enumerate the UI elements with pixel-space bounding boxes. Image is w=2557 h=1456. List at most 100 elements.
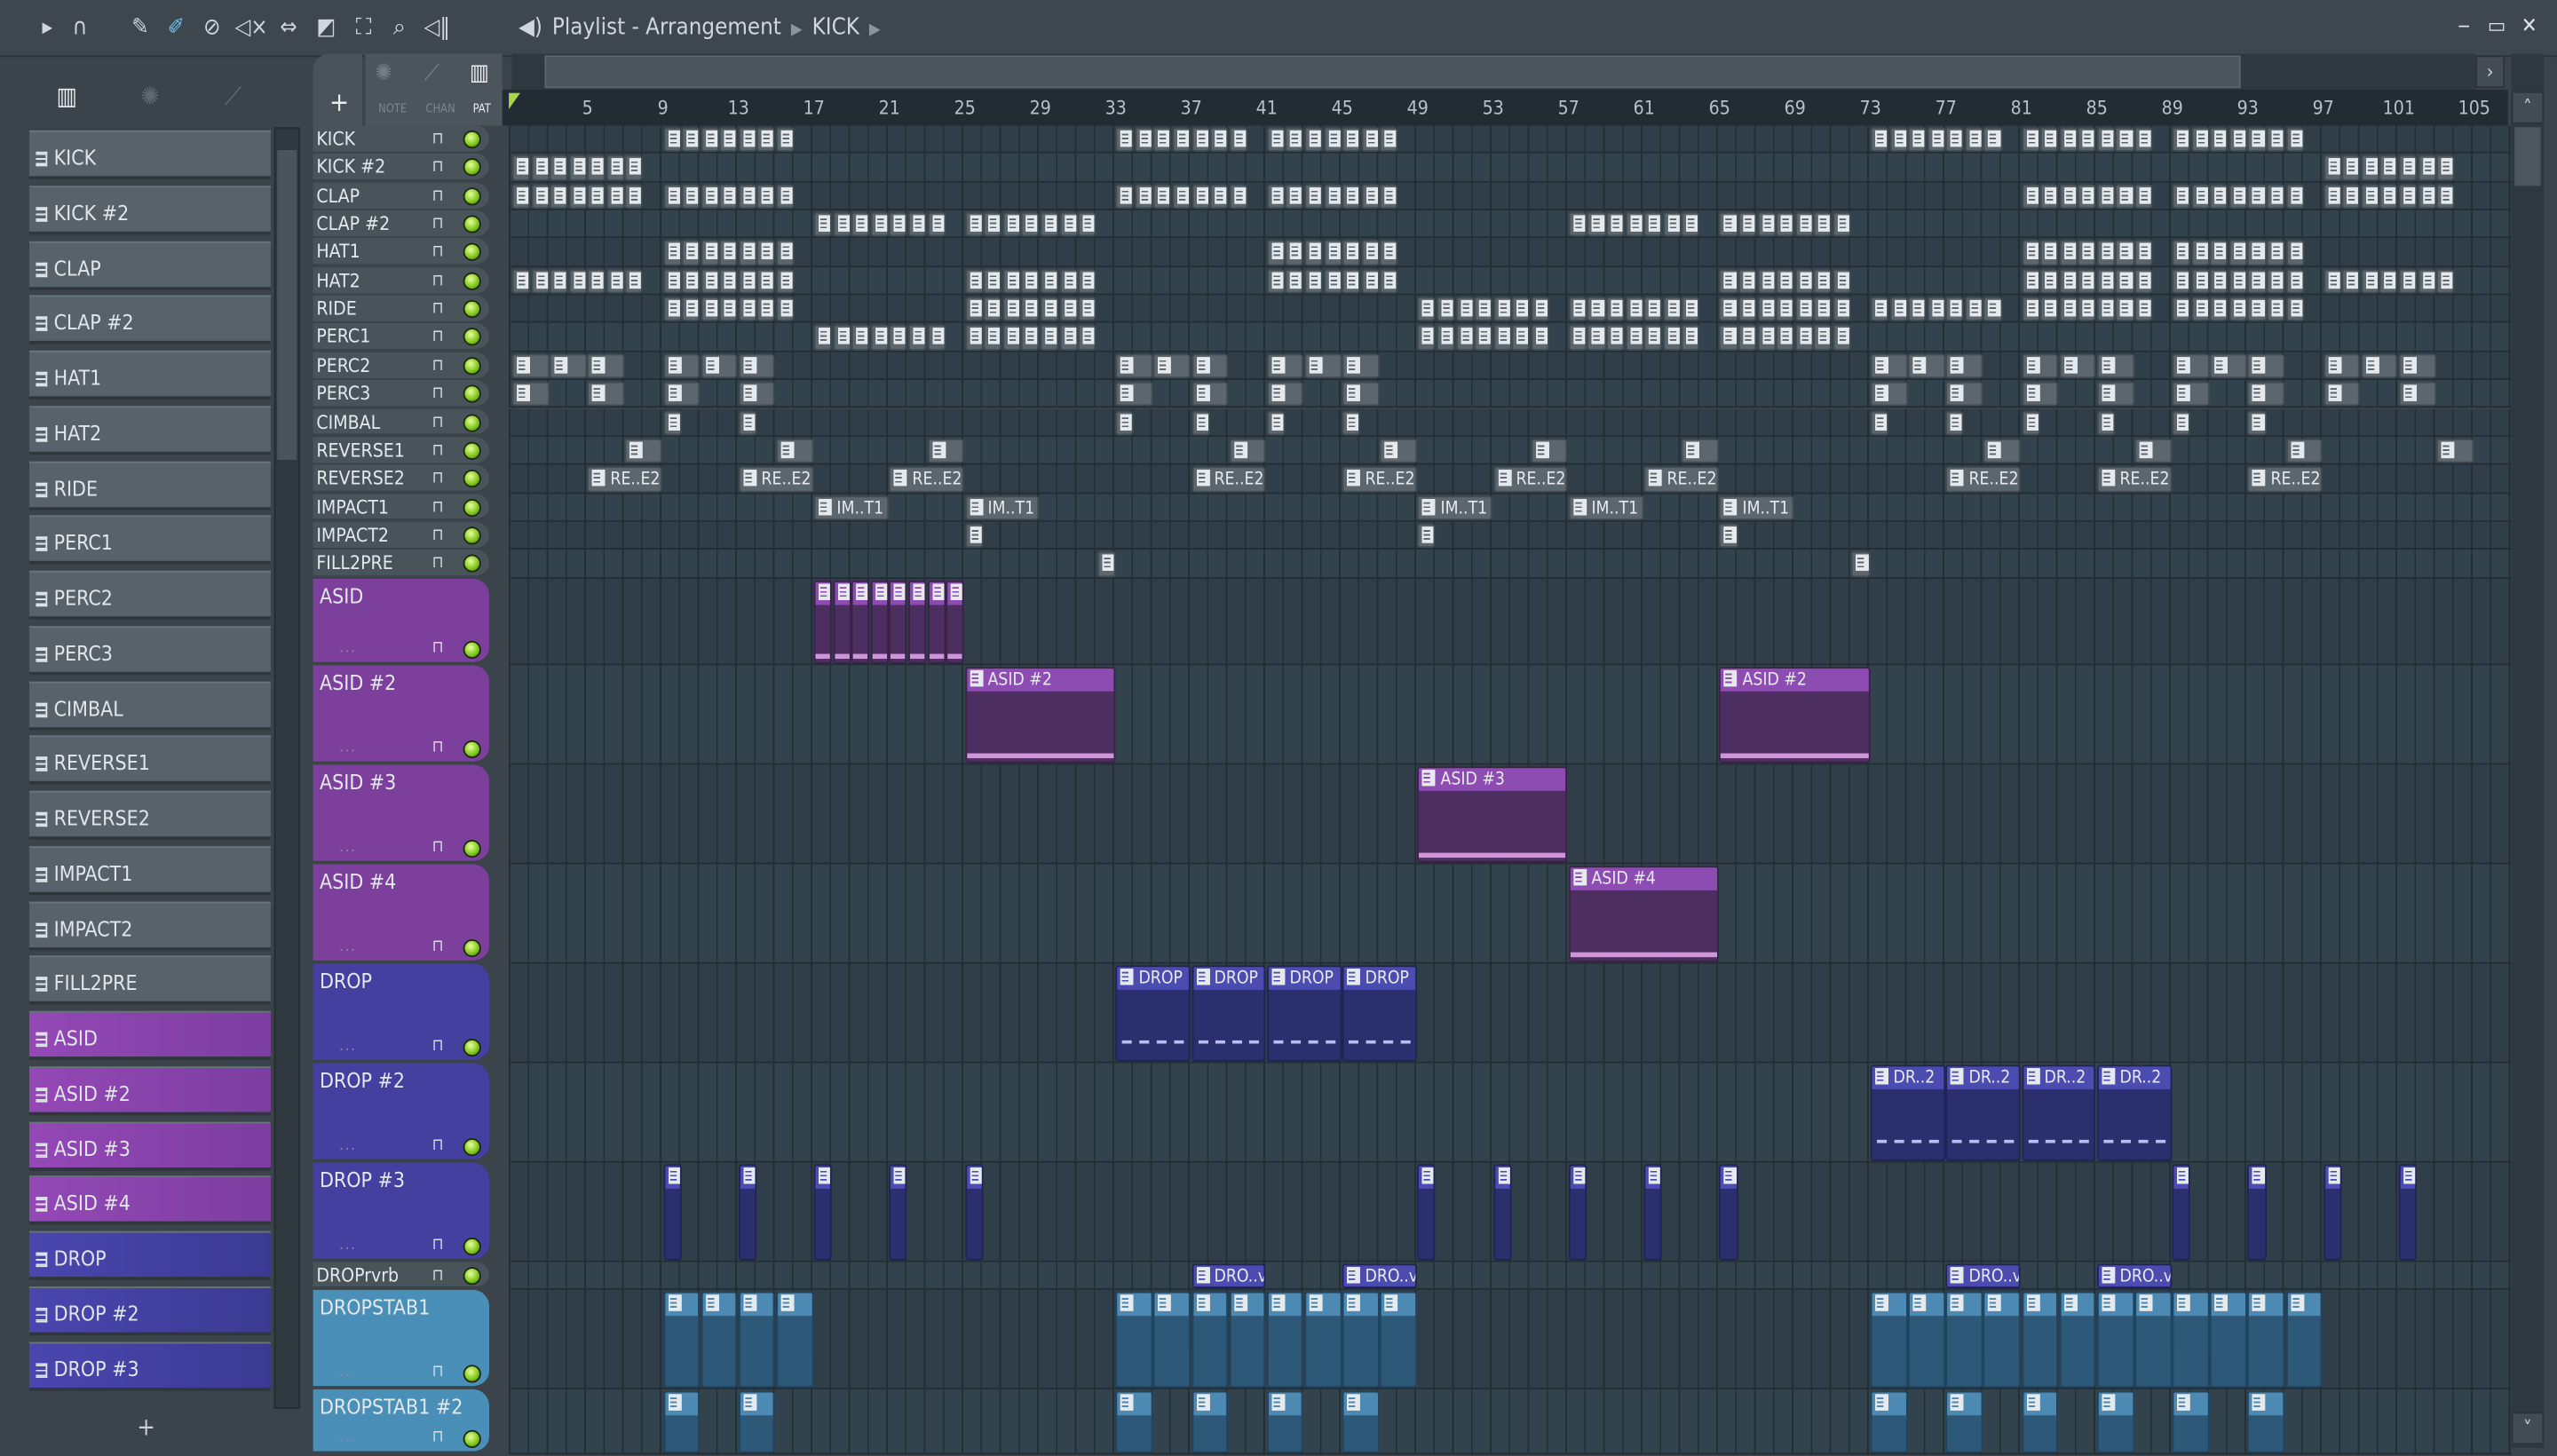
pattern-clip[interactable] [2116,127,2134,153]
pattern-clip[interactable] [2379,183,2398,210]
pattern-clip[interactable] [701,353,738,379]
pattern-clip[interactable] [625,268,644,294]
pattern-clip[interactable] [889,580,908,663]
pattern-item[interactable]: KICK #2 [29,185,271,235]
pattern-clip[interactable] [2342,155,2361,181]
pattern-clip[interactable]: DROP [1342,964,1417,1061]
pattern-clip[interactable] [606,155,625,181]
pattern-clip[interactable] [2247,183,2267,210]
pattern-clip[interactable] [1531,438,1568,463]
pattern-clip[interactable]: ASID #4 [1568,865,1719,961]
pattern-clip[interactable]: RE..E2 [1342,466,1417,492]
pattern-clip[interactable] [530,155,550,181]
pattern-clip[interactable] [2059,297,2078,322]
track-enable-led[interactable] [463,272,481,290]
pattern-clip[interactable] [776,183,795,210]
pattern-clip[interactable] [1115,1290,1153,1388]
pattern-clip[interactable] [1643,211,1663,238]
pattern-clip[interactable] [1040,297,1059,322]
pattern-clip[interactable] [587,155,606,181]
pattern-clip[interactable] [1002,297,1021,322]
pattern-clip[interactable] [1229,1290,1266,1388]
lock-icon[interactable]: ⊓ [431,272,446,289]
pattern-clip[interactable] [1342,1290,1380,1388]
pattern-clip[interactable] [1153,183,1172,210]
pattern-clip[interactable] [2021,297,2040,322]
pattern-item[interactable]: RIDE [29,460,271,510]
pattern-clip[interactable] [1738,297,1757,322]
track-enable-led[interactable] [463,554,481,574]
pattern-clip[interactable] [1983,127,2002,153]
pattern-clip[interactable] [832,211,851,238]
pattern-clip[interactable] [813,211,833,238]
pattern-clip[interactable]: DROP [1115,964,1191,1061]
pattern-clip[interactable] [587,382,625,408]
pattern-clip[interactable] [1474,325,1492,351]
pattern-clip[interactable] [738,127,757,153]
pattern-clip[interactable]: RE..E2 [1492,466,1568,492]
pattern-clip[interactable] [1417,1163,1437,1261]
pattern-clip[interactable] [1323,240,1342,265]
pattern-clip[interactable] [2398,353,2436,379]
pattern-clip[interactable] [530,268,550,294]
pattern-clip[interactable] [1096,551,1115,577]
pattern-clip[interactable] [1436,325,1455,351]
pattern-clip[interactable] [1511,325,1531,351]
track-lane[interactable] [509,664,2512,764]
pattern-clip[interactable] [1814,211,1833,238]
pattern-clip[interactable] [1794,325,1814,351]
pattern-clip[interactable] [1360,240,1380,265]
pattern-clip[interactable] [1889,297,1908,322]
pattern-clip[interactable] [2078,268,2096,294]
pattern-clip[interactable]: DROP [1266,964,1342,1061]
pattern-clip[interactable] [1643,325,1663,351]
pattern-clip[interactable] [1058,268,1078,294]
automation-icon[interactable]: ⟋ [424,60,440,86]
pattern-clip[interactable] [530,183,550,210]
track-header[interactable]: IMPACT1 ⊓ [313,493,490,521]
pattern-clip[interactable] [2228,297,2247,322]
scroll-down-button[interactable]: ˅ [2511,1412,2545,1445]
pattern-clip[interactable] [813,1163,833,1261]
lock-icon[interactable]: ⊓ [431,555,446,573]
automation-tab-icon[interactable]: ⟋ [209,82,257,115]
pattern-clip[interactable] [1606,297,1625,322]
pattern-clip[interactable] [1814,325,1833,351]
pattern-clip[interactable] [2039,268,2059,294]
pattern-clip[interactable] [719,183,738,210]
pattern-clip[interactable] [2078,127,2096,153]
pattern-clip[interactable]: DRO..vrb [1191,1262,1266,1288]
track-options-icon[interactable]: ... [339,1365,357,1381]
pattern-clip[interactable] [2267,297,2285,322]
pattern-clip[interactable] [1908,353,1945,379]
track-enable-led[interactable] [463,740,481,758]
pattern-clip[interactable] [2172,183,2191,210]
pattern-clip[interactable] [2228,240,2247,265]
pattern-item[interactable]: ASID #4 [29,1175,271,1225]
scroll-up-button[interactable]: ˄ [2511,91,2545,124]
pattern-clip[interactable] [2210,183,2228,210]
pattern-clip[interactable] [1663,211,1682,238]
pattern-clip[interactable] [1983,297,2002,322]
pattern-clip[interactable] [1153,1290,1191,1388]
pattern-clip[interactable] [1568,325,1587,351]
pattern-clip[interactable] [2134,438,2172,463]
pattern-clip[interactable]: RE..E2 [1643,466,1719,492]
pattern-clip[interactable] [662,382,701,408]
pattern-clip[interactable] [1738,325,1757,351]
pattern-clip[interactable] [1870,382,1908,408]
pattern-clip[interactable] [1209,127,1229,153]
pattern-clip[interactable] [606,183,625,210]
pattern-clip[interactable]: IM..T1 [1719,495,1794,520]
track-enable-led[interactable] [463,243,481,262]
pattern-clip[interactable] [719,297,738,322]
pattern-clip[interactable] [907,325,927,351]
pattern-clip[interactable] [511,183,531,210]
pattern-clip[interactable] [2021,240,2040,265]
pattern-clip[interactable] [889,1163,908,1261]
pattern-clip[interactable]: IM..T1 [1417,495,1492,520]
track-lane[interactable] [509,550,2512,579]
pattern-clip[interactable] [1927,127,1945,153]
pattern-clip[interactable] [1719,211,1738,238]
pattern-clip[interactable] [662,240,682,265]
